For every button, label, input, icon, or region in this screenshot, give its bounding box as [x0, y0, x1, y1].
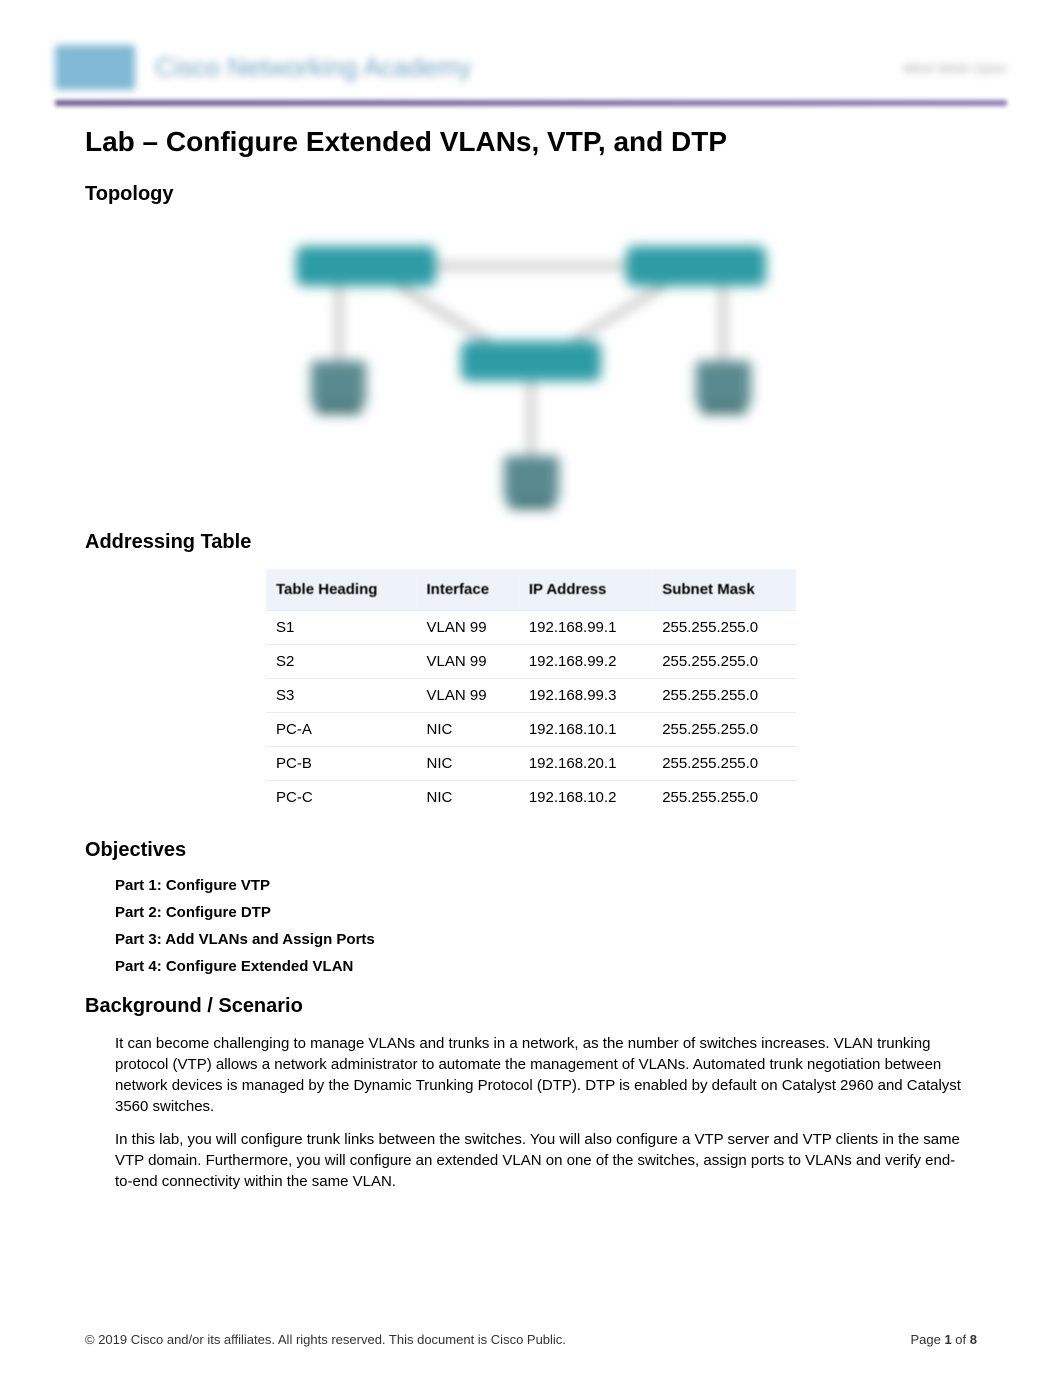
table-row: S1 VLAN 99 192.168.99.1 255.255.255.0	[266, 611, 796, 645]
col-header-device: Table Heading	[266, 569, 417, 611]
background-paragraph: In this lab, you will configure trunk li…	[115, 1129, 967, 1192]
addressing-heading: Addressing Table	[85, 531, 1007, 554]
cell-interface: NIC	[417, 747, 519, 781]
cell-mask: 255.255.255.0	[652, 611, 796, 645]
cell-device: PC-C	[266, 781, 417, 815]
cell-ip: 192.168.99.1	[519, 611, 652, 645]
cell-interface: VLAN 99	[417, 645, 519, 679]
col-header-interface: Interface	[417, 569, 519, 611]
page-number: Page 1 of 8	[910, 1332, 977, 1347]
document-header: Cisco Networking Academy Mind Wide Open	[55, 30, 1007, 100]
objective-item: Part 1: Configure VTP	[115, 877, 1007, 894]
cell-mask: 255.255.255.0	[652, 781, 796, 815]
cell-device: PC-B	[266, 747, 417, 781]
cell-ip: 192.168.99.2	[519, 645, 652, 679]
header-tagline: Mind Wide Open	[903, 60, 1007, 76]
page-footer: © 2019 Cisco and/or its affiliates. All …	[85, 1332, 977, 1347]
table-row: S3 VLAN 99 192.168.99.3 255.255.255.0	[266, 679, 796, 713]
cisco-logo-icon	[55, 45, 135, 90]
cell-mask: 255.255.255.0	[652, 713, 796, 747]
topology-heading: Topology	[85, 183, 1007, 206]
header-divider	[55, 100, 1007, 106]
academy-title: Cisco Networking Academy	[155, 52, 471, 83]
background-paragraph: It can become challenging to manage VLAN…	[115, 1033, 967, 1117]
copyright-text: © 2019 Cisco and/or its affiliates. All …	[85, 1332, 566, 1347]
logo-area: Cisco Networking Academy	[55, 45, 471, 90]
table-row: PC-B NIC 192.168.20.1 255.255.255.0	[266, 747, 796, 781]
col-header-mask: Subnet Mask	[652, 569, 796, 611]
addressing-table: Table Heading Interface IP Address Subne…	[266, 569, 796, 814]
table-row: PC-C NIC 192.168.10.2 255.255.255.0	[266, 781, 796, 815]
objective-item: Part 2: Configure DTP	[115, 904, 1007, 921]
addressing-table-container: Table Heading Interface IP Address Subne…	[55, 569, 1007, 814]
table-row: PC-A NIC 192.168.10.1 255.255.255.0	[266, 713, 796, 747]
cell-interface: NIC	[417, 713, 519, 747]
cell-ip: 192.168.99.3	[519, 679, 652, 713]
objectives-list: Part 1: Configure VTP Part 2: Configure …	[115, 877, 1007, 975]
lab-title: Lab – Configure Extended VLANs, VTP, and…	[85, 126, 1007, 158]
cell-device: S3	[266, 679, 417, 713]
objective-item: Part 3: Add VLANs and Assign Ports	[115, 931, 1007, 948]
cell-ip: 192.168.10.1	[519, 713, 652, 747]
cell-device: S2	[266, 645, 417, 679]
cell-interface: NIC	[417, 781, 519, 815]
topology-diagram	[55, 221, 1007, 511]
background-text: It can become challenging to manage VLAN…	[115, 1033, 967, 1192]
cell-mask: 255.255.255.0	[652, 747, 796, 781]
cell-device: PC-A	[266, 713, 417, 747]
cell-interface: VLAN 99	[417, 679, 519, 713]
col-header-ip: IP Address	[519, 569, 652, 611]
document-page: Cisco Networking Academy Mind Wide Open …	[0, 0, 1062, 1377]
background-heading: Background / Scenario	[85, 995, 1007, 1018]
table-row: S2 VLAN 99 192.168.99.2 255.255.255.0	[266, 645, 796, 679]
objectives-heading: Objectives	[85, 839, 1007, 862]
table-header-row: Table Heading Interface IP Address Subne…	[266, 569, 796, 611]
cell-interface: VLAN 99	[417, 611, 519, 645]
cell-ip: 192.168.20.1	[519, 747, 652, 781]
network-topology-image	[251, 221, 811, 511]
cell-ip: 192.168.10.2	[519, 781, 652, 815]
cell-device: S1	[266, 611, 417, 645]
cell-mask: 255.255.255.0	[652, 679, 796, 713]
cell-mask: 255.255.255.0	[652, 645, 796, 679]
objective-item: Part 4: Configure Extended VLAN	[115, 958, 1007, 975]
